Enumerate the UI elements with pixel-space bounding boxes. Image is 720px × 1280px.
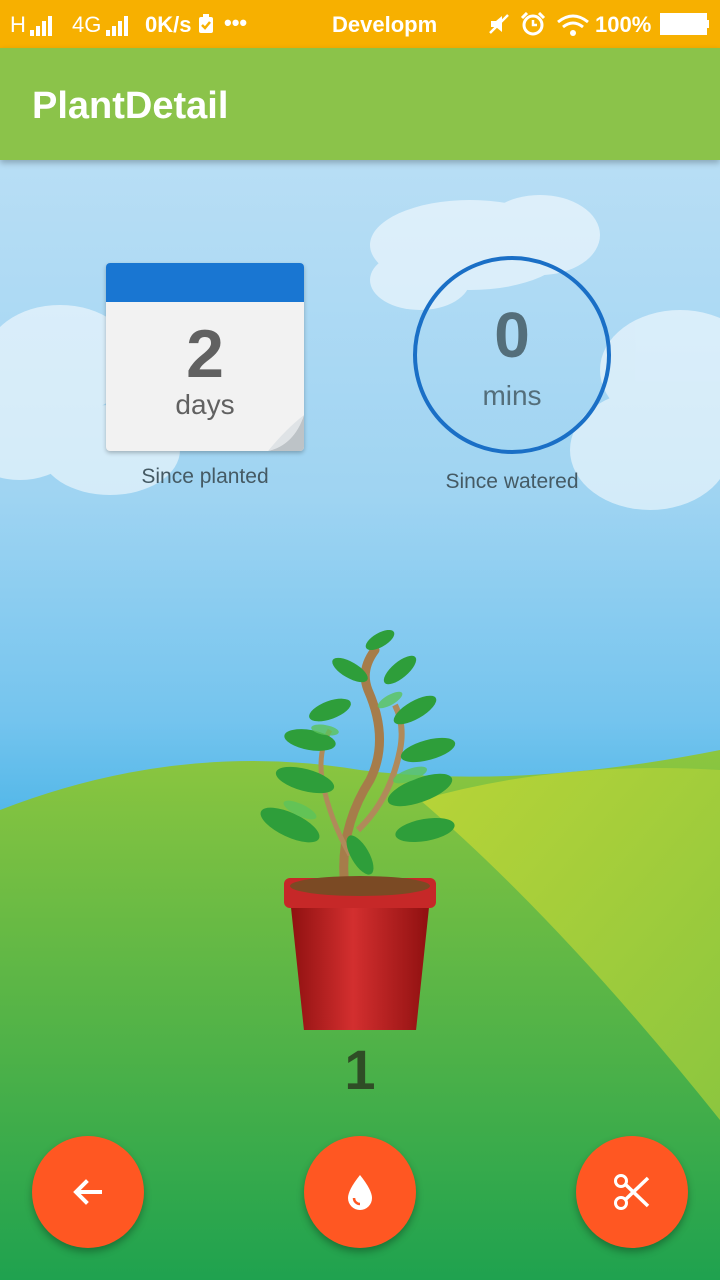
days-value: 2 [186, 316, 224, 392]
battery-percentage: 100% [595, 12, 652, 37]
check-icon [198, 14, 214, 40]
signal-icon [106, 14, 128, 40]
since-planted-caption: Since planted [141, 465, 269, 488]
page-curl-icon [268, 415, 304, 451]
network-type-4g: 4G [72, 12, 102, 37]
calendar-header [106, 263, 304, 302]
mins-since-watered-ring: 0 mins [413, 256, 611, 454]
cut-button[interactable] [576, 1136, 688, 1248]
mins-value: 0 [494, 299, 530, 371]
mins-unit: mins [482, 380, 542, 411]
battery-icon [660, 13, 710, 41]
since-watered-caption: Since watered [445, 470, 579, 493]
scissors-icon [614, 1174, 650, 1210]
page-title: PlantDetail [32, 85, 229, 127]
network-type-h: H [10, 12, 26, 37]
arrow-back-icon [73, 1179, 102, 1205]
days-since-planted-calendar: 2 days [106, 263, 304, 451]
plant-image [260, 630, 456, 1030]
plant-scene: 2 days Since planted 0 mins Since watere… [0, 160, 720, 1280]
network-speed: 0K/s [145, 12, 192, 37]
plant-count: 1 [344, 1038, 376, 1101]
wifi-icon [556, 14, 590, 42]
alarm-icon [520, 11, 546, 42]
status-bar: H 4G 0K/s ••• Developm 100% [0, 0, 720, 48]
notification-text: Developm [332, 12, 438, 37]
mute-icon [488, 13, 510, 41]
water-button[interactable] [304, 1136, 416, 1248]
app-bar: PlantDetail [0, 48, 720, 160]
overflow-icon: ••• [224, 10, 248, 35]
water-drop-icon [348, 1175, 372, 1210]
back-button[interactable] [32, 1136, 144, 1248]
signal-icon [30, 14, 52, 40]
